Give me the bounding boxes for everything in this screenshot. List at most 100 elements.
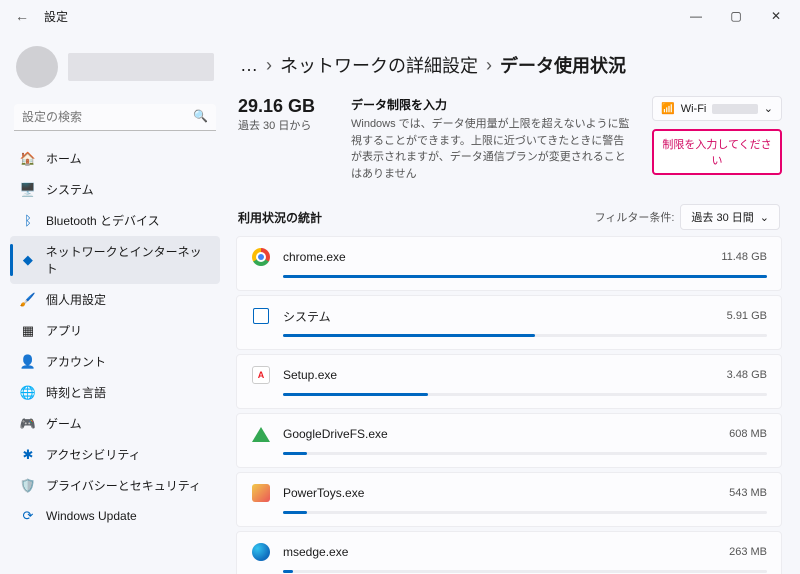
network-name-placeholder [712, 104, 757, 114]
sidebar-item-network[interactable]: ◆ ネットワークとインターネット [10, 236, 220, 284]
chevron-right-icon: › [486, 55, 492, 76]
breadcrumb-ellipsis[interactable]: … [240, 55, 258, 76]
data-limit-title: データ制限を入力 [351, 96, 634, 114]
usage-summary: 29.16 GB 過去 30 日から [238, 96, 333, 133]
profile-block[interactable] [10, 40, 220, 104]
usage-bar [283, 393, 767, 396]
bluetooth-icon: ᛒ [20, 213, 36, 229]
app-name: PowerToys.exe [283, 486, 717, 500]
sidebar-item-label: アプリ [46, 322, 82, 339]
sidebar-item-personalization[interactable]: 🖌️ 個人用設定 [10, 284, 220, 315]
filter-dropdown[interactable]: 過去 30 日間 ⌄ [680, 204, 780, 230]
filter-value: 過去 30 日間 [691, 209, 753, 225]
stats-title: 利用状況の統計 [238, 209, 322, 226]
window-title: 設定 [44, 8, 68, 25]
app-size: 543 MB [729, 487, 767, 499]
sidebar-item-label: ホーム [46, 150, 82, 167]
brush-icon: 🖌️ [20, 292, 36, 308]
app-usage-item[interactable]: ASetup.exe3.48 GB [236, 354, 782, 409]
breadcrumb-parent[interactable]: ネットワークの詳細設定 [280, 52, 478, 78]
breadcrumb-current: データ使用状況 [500, 52, 626, 78]
app-icon [251, 247, 271, 267]
app-size: 5.91 GB [727, 310, 767, 322]
app-name: msedge.exe [283, 545, 717, 559]
usage-bar [283, 334, 767, 337]
usage-period: 過去 30 日から [238, 117, 333, 133]
game-icon: 🎮 [20, 416, 36, 432]
shield-icon: 🛡️ [20, 478, 36, 494]
minimize-button[interactable]: — [676, 0, 716, 32]
accessibility-icon: ✱ [20, 447, 36, 463]
maximize-button[interactable]: ▢ [716, 0, 756, 32]
sidebar-item-update[interactable]: ⟳ Windows Update [10, 501, 220, 531]
app-usage-item[interactable]: chrome.exe 11.48 GB [236, 236, 782, 291]
chevron-down-icon: ⌄ [764, 102, 773, 115]
network-selector[interactable]: 📶 Wi-Fi ⌄ [652, 96, 782, 121]
home-icon: 🏠 [20, 151, 36, 167]
sidebar-item-bluetooth[interactable]: ᛒ Bluetooth とデバイス [10, 205, 220, 236]
main-panel: … › ネットワークの詳細設定 › データ使用状況 29.16 GB 過去 30… [230, 32, 800, 574]
account-icon: 👤 [20, 354, 36, 370]
search-input[interactable] [14, 104, 216, 131]
close-button[interactable]: ✕ [756, 0, 796, 32]
usage-total: 29.16 GB [238, 96, 333, 117]
sidebar-item-label: アクセシビリティ [46, 446, 141, 463]
app-size: 608 MB [729, 428, 767, 440]
update-icon: ⟳ [20, 508, 36, 524]
sidebar-item-system[interactable]: 🖥️ システム [10, 174, 220, 205]
app-usage-item[interactable]: msedge.exe 263 MB [236, 531, 782, 574]
app-name: Setup.exe [283, 368, 715, 382]
app-usage-list: chrome.exe11.48 GBシステム5.91 GBASetup.exe3… [236, 236, 782, 574]
app-usage-item[interactable]: システム 5.91 GB [236, 295, 782, 350]
sidebar-item-home[interactable]: 🏠 ホーム [10, 143, 220, 174]
sidebar-item-label: Bluetooth とデバイス [46, 212, 160, 229]
network-label: Wi-Fi [681, 103, 707, 115]
apps-icon: ▦ [20, 323, 36, 339]
sidebar-item-label: ネットワークとインターネット [46, 243, 210, 277]
data-limit-info: データ制限を入力 Windows では、データ使用量が上限を超えないように監視す… [351, 96, 634, 182]
avatar [16, 46, 58, 88]
enter-limit-button[interactable]: 制限を入力してください [652, 129, 782, 175]
sidebar-item-account[interactable]: 👤 アカウント [10, 346, 220, 377]
sidebar-item-privacy[interactable]: 🛡️ プライバシーとセキュリティ [10, 470, 220, 501]
system-icon: 🖥️ [20, 182, 36, 198]
titlebar: ← 設定 — ▢ ✕ [0, 0, 800, 32]
app-size: 3.48 GB [727, 369, 767, 381]
app-usage-item[interactable]: PowerToys.exe 543 MB [236, 472, 782, 527]
sidebar-item-label: Windows Update [46, 509, 137, 523]
app-name: chrome.exe [283, 250, 709, 264]
sidebar-item-label: ゲーム [46, 415, 82, 432]
wifi-icon: 📶 [661, 102, 675, 115]
network-icon: ◆ [20, 252, 36, 268]
app-name: GoogleDriveFS.exe [283, 427, 717, 441]
app-size: 11.48 GB [721, 251, 767, 263]
sidebar-item-time[interactable]: 🌐 時刻と言語 [10, 377, 220, 408]
sidebar-item-label: システム [46, 181, 94, 198]
app-size: 263 MB [729, 546, 767, 558]
usage-bar [283, 275, 767, 278]
sidebar-item-label: アカウント [46, 353, 106, 370]
sidebar-item-label: 個人用設定 [46, 291, 106, 308]
nav-list: 🏠 ホーム 🖥️ システム ᛒ Bluetooth とデバイス ◆ ネットワークとインタ… [10, 143, 220, 531]
profile-name-placeholder [68, 53, 214, 81]
sidebar: 🔍 🏠 ホーム 🖥️ システム ᛒ Bluetooth とデバイス ◆ ネットワークとイ… [0, 32, 230, 574]
sidebar-item-label: プライバシーとセキュリティ [46, 477, 201, 494]
app-name: システム [283, 308, 715, 325]
app-icon [251, 483, 271, 503]
sidebar-item-apps[interactable]: ▦ アプリ [10, 315, 220, 346]
data-limit-desc: Windows では、データ使用量が上限を超えないように監視することができます。… [351, 116, 634, 182]
search-icon: 🔍 [193, 109, 208, 123]
usage-bar [283, 511, 767, 514]
chevron-down-icon: ⌄ [760, 211, 769, 224]
sidebar-item-label: 時刻と言語 [46, 384, 106, 401]
filter-label: フィルター条件: [595, 209, 675, 225]
sidebar-item-gaming[interactable]: 🎮 ゲーム [10, 408, 220, 439]
usage-bar [283, 570, 767, 573]
globe-icon: 🌐 [20, 385, 36, 401]
search-box[interactable]: 🔍 [14, 104, 216, 131]
back-button[interactable]: ← [10, 8, 34, 24]
app-usage-item[interactable]: GoogleDriveFS.exe 608 MB [236, 413, 782, 468]
app-icon [251, 424, 271, 444]
sidebar-item-accessibility[interactable]: ✱ アクセシビリティ [10, 439, 220, 470]
chevron-right-icon: › [266, 55, 272, 76]
